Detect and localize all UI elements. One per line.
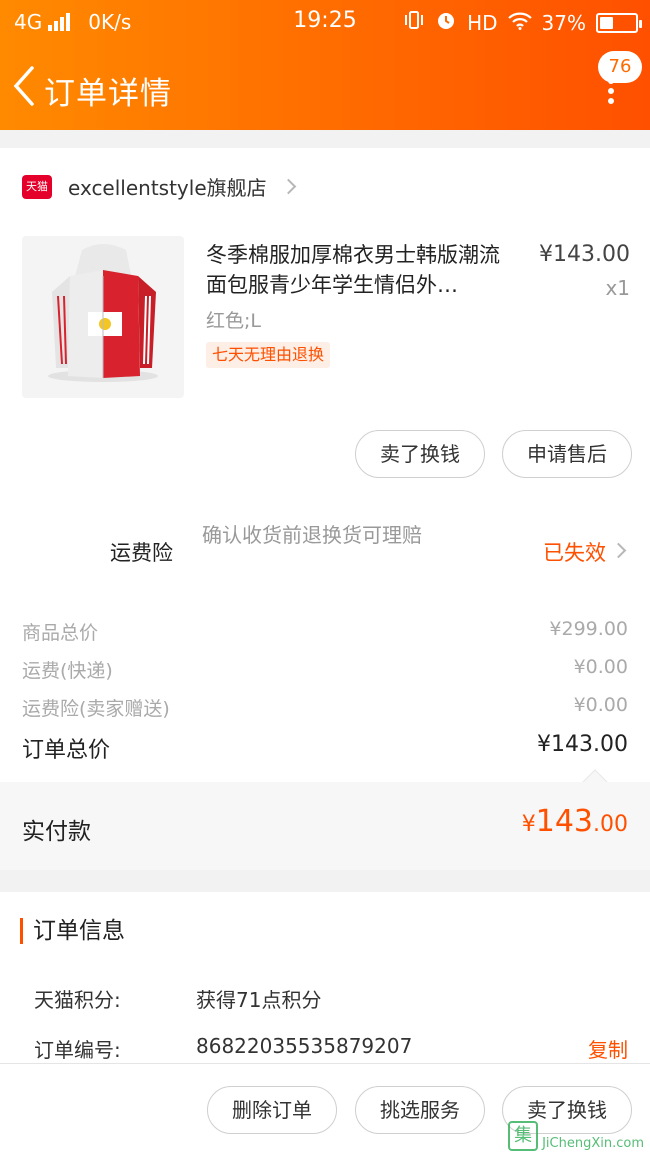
cost-row: 商品总价 ¥299.00 <box>22 618 628 645</box>
points-label: 天猫积分: <box>34 988 121 1012</box>
insurance-status: 已失效 <box>543 541 606 565</box>
order-number-label: 订单编号: <box>34 1038 121 1062</box>
product-sku: 红色;L <box>206 310 261 332</box>
watermark-logo-icon: 集 <box>508 1121 539 1151</box>
points-row: 天猫积分: 获得71点积分 <box>34 984 321 1013</box>
amount-paid-label: 实付款 <box>22 819 91 845</box>
store-header[interactable]: 天猫 excellentstyle旗舰店 <box>22 172 296 201</box>
product-price: ¥143.00 <box>539 242 630 267</box>
order-total-row: 订单总价 ¥143.00 <box>22 732 628 764</box>
amount-paid-value: ¥143.00 <box>521 804 628 839</box>
battery-percent: 37% <box>541 10 586 35</box>
hd-label: HD <box>467 10 498 35</box>
page-title: 订单详情 <box>44 76 172 112</box>
chevron-right-icon <box>610 542 627 559</box>
watermark: 集 JiChengXin.com <box>508 1121 644 1151</box>
back-button[interactable] <box>10 64 40 108</box>
cost-label: 运费险(卖家赠送) <box>22 698 170 720</box>
order-total-value: ¥143.00 <box>537 732 628 757</box>
choose-service-button[interactable]: 挑选服务 <box>355 1086 485 1134</box>
order-info-title: 订单信息 <box>20 918 125 944</box>
status-bar: 4G 0K/s 19:25 HD 37% <box>0 0 650 44</box>
sell-for-cash-button[interactable]: 卖了换钱 <box>355 430 485 478</box>
navigation-bar: 订单详情 76 <box>0 44 650 130</box>
product-title[interactable]: 冬季棉服加厚棉衣男士韩版潮流面包服青少年学生情侣外… <box>206 240 516 300</box>
cost-label: 商品总价 <box>22 622 99 644</box>
cost-value: ¥0.00 <box>573 656 628 678</box>
cost-value: ¥0.00 <box>573 694 628 716</box>
product-quantity: x1 <box>605 276 630 300</box>
wifi-icon <box>507 11 532 35</box>
cost-value: ¥299.00 <box>549 618 628 640</box>
order-total-label: 订单总价 <box>22 738 111 763</box>
battery-icon <box>596 12 642 33</box>
return-policy-badge: 七天无理由退换 <box>206 342 331 368</box>
insurance-description: 确认收货前退换货可理赔 <box>202 523 422 547</box>
product-image[interactable] <box>22 236 184 398</box>
cost-row: 运费险(卖家赠送) ¥0.00 <box>22 694 628 721</box>
chevron-left-icon <box>13 66 34 106</box>
store-name: excellentstyle旗舰店 <box>68 176 267 200</box>
points-value: 获得71点积分 <box>196 988 322 1012</box>
cost-label: 运费(快递) <box>22 660 113 682</box>
order-info-section: 订单信息 天猫积分: 获得71点积分 订单编号: 868220355358792… <box>0 892 650 1067</box>
order-number-value: 86822035535879207 <box>196 1034 413 1058</box>
alarm-icon <box>435 9 457 36</box>
copy-order-number-button[interactable]: 复制 <box>588 1034 628 1063</box>
tmall-logo-icon: 天猫 <box>22 174 52 199</box>
delete-order-button[interactable]: 删除订单 <box>207 1086 337 1134</box>
message-count-badge[interactable]: 76 <box>598 51 642 83</box>
header-bar: 4G 0K/s 19:25 HD 37% 订单详情 76 <box>0 0 650 130</box>
apply-aftersale-button[interactable]: 申请售后 <box>502 430 632 478</box>
vibrate-icon <box>403 10 425 35</box>
order-number-row: 订单编号: 86822035535879207 <box>34 1034 412 1063</box>
cost-row: 运费(快递) ¥0.00 <box>22 656 628 683</box>
order-card: 天猫 excellentstyle旗舰店 冬季棉服加厚棉衣男士韩版潮流面包服青少… <box>0 148 650 870</box>
insurance-label: 运费险 <box>110 541 173 565</box>
jacket-image-icon <box>48 244 158 382</box>
watermark-text: JiChengXin.com <box>542 1136 644 1151</box>
amount-paid-row: 实付款 ¥143.00 <box>0 782 650 870</box>
chevron-right-icon <box>280 178 296 195</box>
